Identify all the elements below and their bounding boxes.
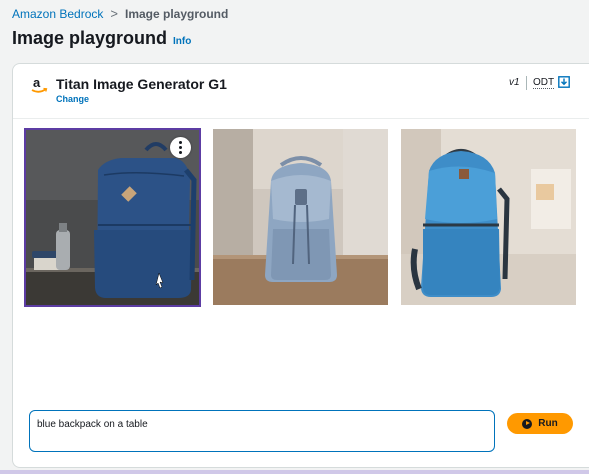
- model-header: a Titan Image Generator G1 Change v1 ODT: [13, 64, 589, 119]
- amazon-logo-icon: a: [31, 75, 48, 93]
- model-name: Titan Image Generator G1: [56, 76, 227, 92]
- breadcrumb-current: Image playground: [124, 6, 229, 21]
- breadcrumb-separator-icon: >: [110, 6, 118, 21]
- page: Amazon Bedrock > Image playground Image …: [0, 0, 589, 474]
- title-row: Image playground Info: [12, 28, 191, 49]
- backpack-image-2: [213, 129, 388, 305]
- backpack-image-1: [26, 130, 199, 305]
- playground-panel: a Titan Image Generator G1 Change v1 ODT: [12, 63, 589, 468]
- prompt-input[interactable]: blue backpack on a table: [29, 410, 495, 452]
- generated-image-1[interactable]: [24, 128, 201, 307]
- download-icon[interactable]: [558, 76, 570, 88]
- version-divider: [526, 76, 527, 90]
- model-version: v1: [509, 77, 520, 88]
- breadcrumb: Amazon Bedrock > Image playground: [12, 6, 228, 21]
- backpack-image-3: [401, 129, 576, 305]
- generated-image-2[interactable]: [213, 129, 388, 305]
- run-label: Run: [538, 418, 558, 429]
- generated-image-3[interactable]: [401, 129, 576, 305]
- play-icon: [522, 418, 533, 429]
- svg-text:a: a: [33, 75, 41, 90]
- image-options-button[interactable]: [170, 137, 191, 158]
- bottom-edge: [0, 470, 589, 474]
- page-title: Image playground: [12, 28, 168, 48]
- run-button[interactable]: Run: [507, 413, 573, 434]
- odt-label[interactable]: ODT: [533, 77, 555, 89]
- change-model-link[interactable]: Change: [56, 94, 89, 104]
- breadcrumb-amazon-bedrock[interactable]: Amazon Bedrock: [12, 7, 103, 21]
- info-link[interactable]: Info: [173, 36, 191, 47]
